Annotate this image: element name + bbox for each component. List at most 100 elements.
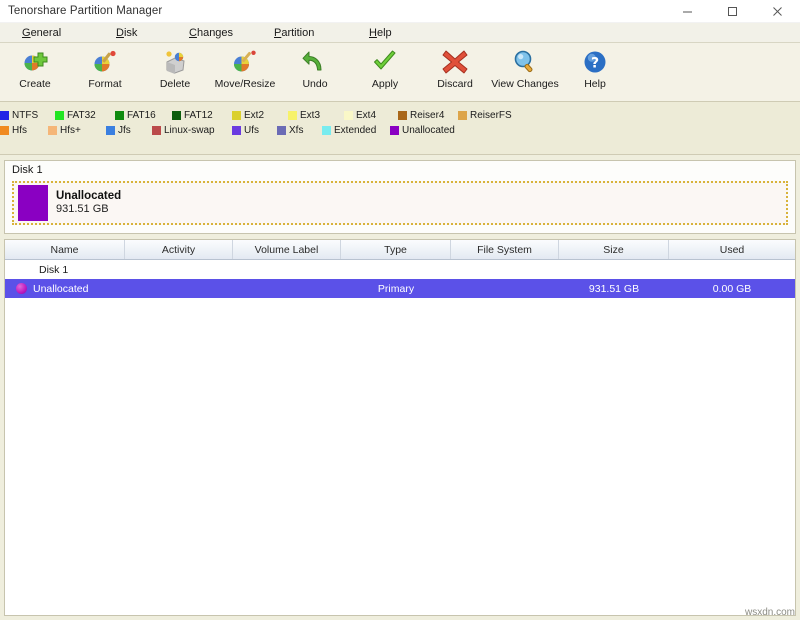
toolbar-button-label: View Changes	[491, 78, 559, 90]
table-column-header-label: File System	[477, 244, 532, 256]
legend-color-swatch	[458, 111, 467, 120]
table-column-header-label: Activity	[162, 244, 195, 256]
legend-entry-jfs: Jfs	[106, 125, 131, 136]
minimize-button[interactable]	[665, 0, 710, 22]
create-partition-icon	[22, 48, 48, 76]
legend-color-swatch	[390, 126, 399, 135]
move-resize-icon	[232, 48, 258, 76]
legend-label: Ufs	[244, 125, 259, 136]
table-column-header-used[interactable]: Used	[669, 240, 795, 259]
apply-check-icon	[372, 48, 398, 76]
legend-color-swatch	[277, 126, 286, 135]
table-cell-text: 0.00 GB	[713, 283, 752, 295]
menu-item-help[interactable]: Help	[365, 25, 396, 41]
discard-cross-icon	[442, 48, 468, 76]
maximize-icon	[727, 6, 738, 17]
disk-map-panel: Disk 1 Unallocated 931.51 GB	[4, 160, 796, 234]
legend-entry-extended: Extended	[322, 125, 376, 136]
partition-info: Unallocated 931.51 GB	[56, 190, 121, 216]
partition-table: Name Activity Volume Label Type File System S…	[4, 239, 796, 616]
table-column-header-label: Used	[720, 244, 745, 256]
table-row[interactable]: Disk 1	[5, 260, 795, 279]
legend-entry-linux-swap: Linux-swap	[152, 125, 215, 136]
legend-label: Extended	[334, 125, 376, 136]
toolbar-button-apply[interactable]: Apply	[350, 46, 420, 90]
toolbar-button-view-changes[interactable]: View Changes	[490, 46, 560, 90]
legend-label: ReiserFS	[470, 110, 512, 121]
menu-item-partition[interactable]: Partition	[270, 25, 318, 41]
legend-row-1: NTFSFAT32FAT16FAT12Ext2Ext3Ext4Reiser4Re…	[0, 108, 800, 123]
legend-entry-fat12: FAT12	[172, 110, 213, 121]
menu-item-changes[interactable]: Changes	[185, 25, 237, 41]
table-column-header-type[interactable]: Type	[341, 240, 451, 259]
legend-entry-ext2: Ext2	[232, 110, 264, 121]
legend-label: Ext4	[356, 110, 376, 121]
legend-entry-reiserfs: ReiserFS	[458, 110, 512, 121]
close-button[interactable]	[755, 0, 800, 22]
table-cell-text: Unallocated	[33, 283, 88, 295]
table-column-header-activity[interactable]: Activity	[125, 240, 233, 259]
toolbar-button-help[interactable]: ? Help	[560, 46, 630, 90]
unallocated-partition-icon	[16, 283, 27, 294]
legend-color-swatch	[106, 126, 115, 135]
legend-color-swatch	[322, 126, 331, 135]
table-column-header-name[interactable]: Name	[5, 240, 125, 259]
menu-item-general[interactable]: General	[18, 25, 65, 41]
table-row[interactable]: Unallocated Primary 931.51 GB 0.00 GB	[5, 279, 795, 298]
table-column-header-label: Type	[384, 244, 407, 256]
table-column-header-volume-label[interactable]: Volume Label	[233, 240, 341, 259]
close-icon	[772, 6, 783, 17]
legend-label: Hfs	[12, 125, 27, 136]
toolbar-button-label: Format	[88, 78, 121, 90]
table-cell-text: 931.51 GB	[589, 283, 639, 295]
table-cell-name: Disk 1	[5, 264, 125, 276]
legend-color-swatch	[232, 111, 241, 120]
legend-entry-fat32: FAT32	[55, 110, 96, 121]
partition-name: Unallocated	[56, 190, 121, 203]
legend-entry-ufs: Ufs	[232, 125, 259, 136]
undo-arrow-icon	[302, 48, 328, 76]
toolbar-button-undo[interactable]: Undo	[280, 46, 350, 90]
minimize-icon	[682, 6, 693, 17]
legend-label: Unallocated	[402, 125, 455, 136]
view-changes-magnifier-icon	[512, 48, 538, 76]
toolbar-button-create[interactable]: Create	[0, 46, 70, 90]
filesystem-legend: NTFSFAT32FAT16FAT12Ext2Ext3Ext4Reiser4Re…	[0, 102, 800, 155]
legend-label: Xfs	[289, 125, 303, 136]
disk-map-partition-unallocated[interactable]: Unallocated 931.51 GB	[12, 181, 788, 225]
legend-entry-fat16: FAT16	[115, 110, 156, 121]
legend-entry-ext3: Ext3	[288, 110, 320, 121]
table-column-header-size[interactable]: Size	[559, 240, 669, 259]
toolbar-button-label: Discard	[437, 78, 473, 90]
legend-label: Reiser4	[410, 110, 444, 121]
legend-color-swatch	[344, 111, 353, 120]
toolbar-button-label: Create	[19, 78, 51, 90]
table-cell-text: Primary	[378, 283, 414, 295]
legend-color-swatch	[232, 126, 241, 135]
maximize-button[interactable]	[710, 0, 755, 22]
delete-partition-icon	[162, 48, 188, 76]
toolbar-button-move-resize[interactable]: Move/Resize	[210, 46, 280, 90]
toolbar-button-discard[interactable]: Discard	[420, 46, 490, 90]
table-column-header-label: Name	[50, 244, 78, 256]
legend-color-swatch	[152, 126, 161, 135]
legend-label: Linux-swap	[164, 125, 215, 136]
legend-label: Hfs+	[60, 125, 81, 136]
legend-entry-reiser4: Reiser4	[398, 110, 444, 121]
toolbar-button-label: Undo	[302, 78, 327, 90]
table-column-header-file-system[interactable]: File System	[451, 240, 559, 259]
menu-item-disk[interactable]: Disk	[112, 25, 141, 41]
table-cell-size: 931.51 GB	[559, 283, 669, 295]
toolbar-button-delete[interactable]: Delete	[140, 46, 210, 90]
svg-text:?: ?	[591, 56, 599, 72]
help-question-icon: ?	[582, 48, 608, 76]
partition-size: 931.51 GB	[56, 203, 121, 216]
toolbar-button-format[interactable]: Format	[70, 46, 140, 90]
legend-color-swatch	[398, 111, 407, 120]
table-cell-name: Unallocated	[27, 283, 125, 295]
toolbar-button-label: Apply	[372, 78, 398, 90]
legend-label: Jfs	[118, 125, 131, 136]
toolbar-button-label: Move/Resize	[215, 78, 276, 90]
legend-color-swatch	[48, 126, 57, 135]
legend-entry-hfs+: Hfs+	[48, 125, 81, 136]
